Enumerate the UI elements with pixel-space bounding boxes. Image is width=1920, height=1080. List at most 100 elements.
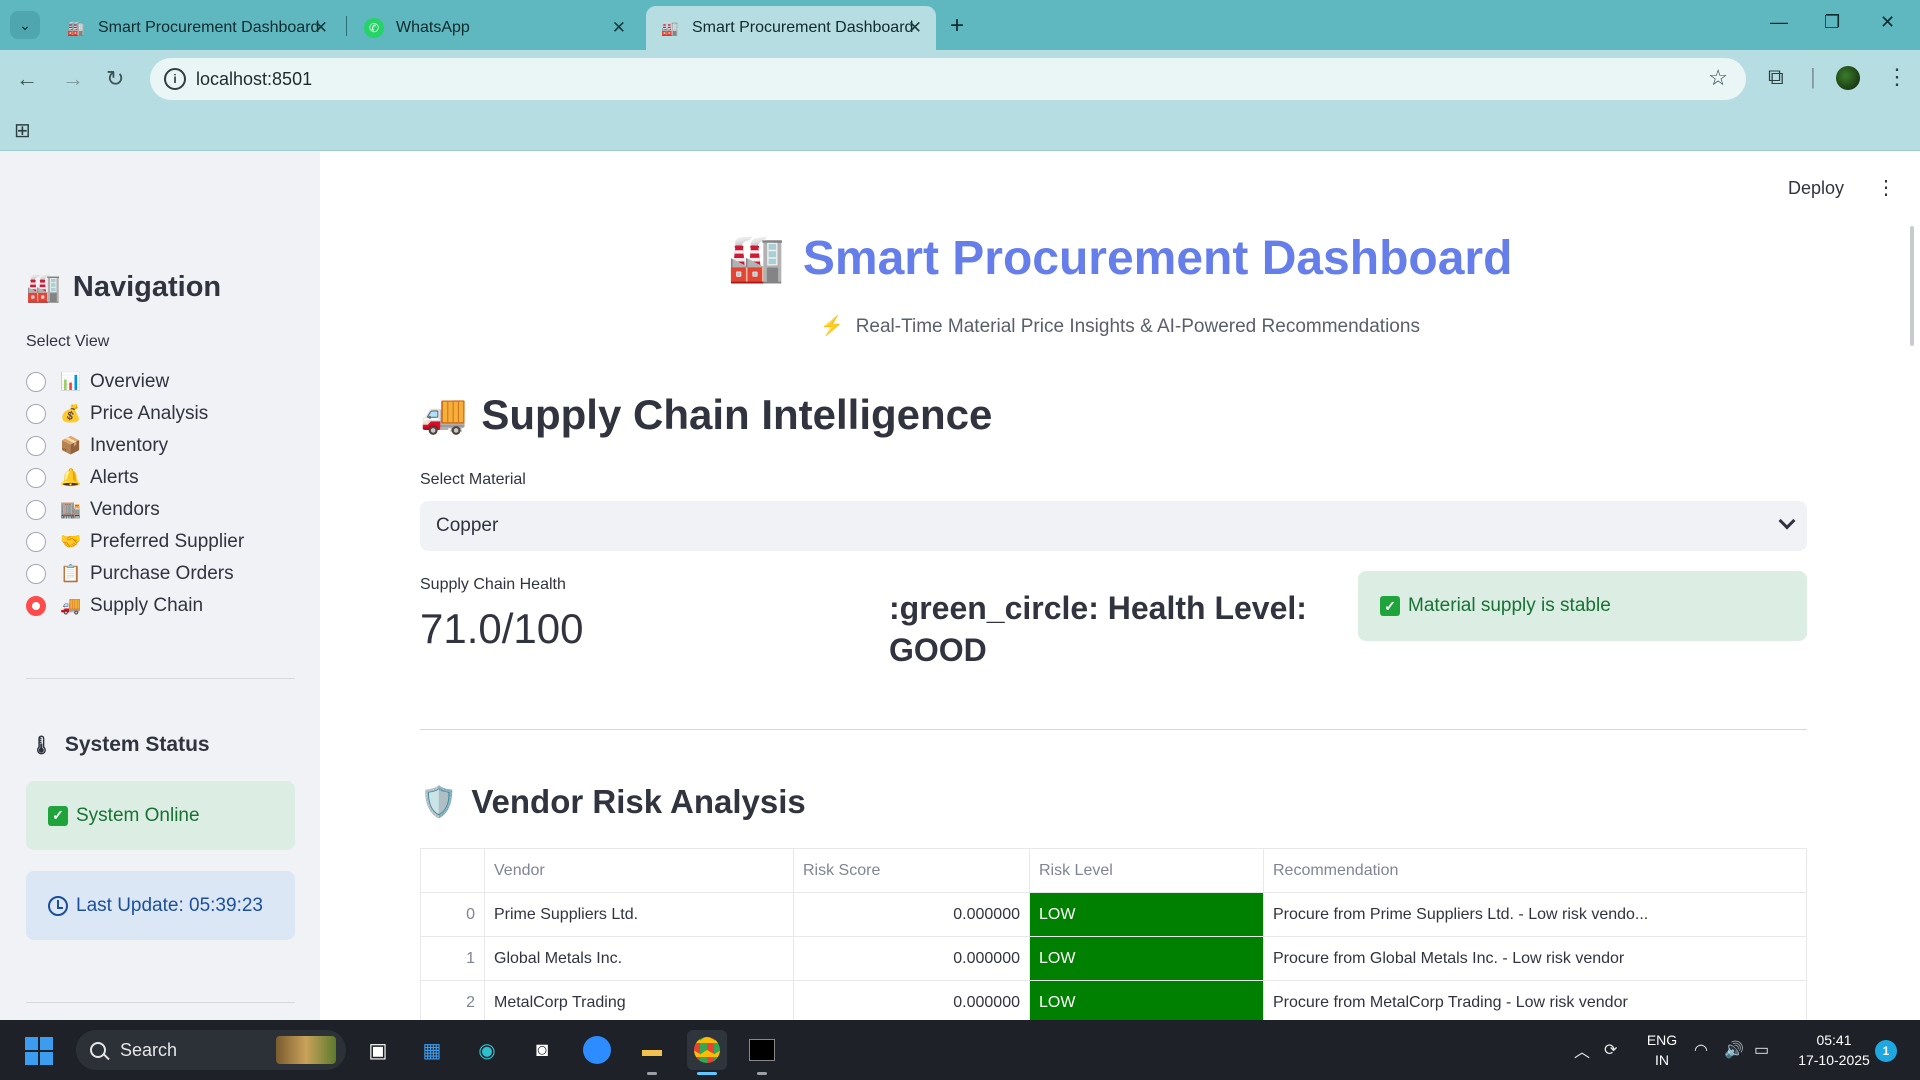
zoom-icon[interactable]	[577, 1030, 617, 1070]
radio-overview[interactable]: 📊 Overview	[26, 366, 244, 398]
address-bar[interactable]: i localhost:8501 ☆	[150, 58, 1746, 100]
column-header-recommendation[interactable]: Recommendation	[1263, 848, 1807, 893]
recommendation-cell[interactable]: Procure from Global Metals Inc. - Low ri…	[1263, 936, 1807, 981]
radio-preferred-supplier[interactable]: 🤝 Preferred Supplier	[26, 526, 244, 558]
language-indicator[interactable]: ENG IN	[1640, 1030, 1684, 1070]
radio-price-analysis[interactable]: 💰 Price Analysis	[26, 398, 244, 430]
sync-icon[interactable]: ⟳	[1604, 1020, 1617, 1080]
radio-supply-chain[interactable]: 🚚 Supply Chain	[26, 590, 244, 622]
vendor-cell[interactable]: MetalCorp Trading	[484, 980, 794, 1020]
risk-level-cell[interactable]: LOW	[1029, 936, 1264, 981]
tab-title: WhatsApp	[396, 19, 470, 36]
new-tab-icon[interactable]: +	[950, 12, 964, 40]
toolbar-divider: |	[1810, 64, 1816, 89]
browser-tabbar: ⌄ 🏭 Smart Procurement Dashboard ✕ ✆ What…	[0, 0, 1920, 50]
wifi-icon[interactable]: ◠	[1694, 1020, 1708, 1080]
tab-title: Smart Procurement Dashboard	[98, 19, 320, 36]
row-index: 2	[420, 980, 485, 1020]
risk-score-cell[interactable]: 0.000000	[793, 980, 1030, 1020]
widgets-icon[interactable]: ▦	[412, 1030, 452, 1070]
bookmark-star-icon[interactable]: ☆	[1708, 65, 1728, 91]
radio-button[interactable]	[26, 372, 46, 392]
thermometer-icon: 🌡	[30, 734, 53, 755]
radio-purchase-orders[interactable]: 📋 Purchase Orders	[26, 558, 244, 590]
tab-separator	[346, 16, 347, 36]
minimize-icon[interactable]: —	[1770, 12, 1788, 33]
table-row[interactable]: 1 Global Metals Inc. 0.000000 LOW Procur…	[420, 936, 1807, 981]
close-icon[interactable]: ✕	[908, 18, 922, 38]
tab-search-dropdown-icon[interactable]: ⌄	[10, 11, 40, 39]
radio-inventory[interactable]: 📦 Inventory	[26, 430, 244, 462]
profile-avatar[interactable]	[1836, 66, 1860, 90]
taskbar-search[interactable]: Search	[76, 1030, 346, 1070]
extensions-icon[interactable]: ⧉	[1768, 64, 1784, 90]
radio-label: Purchase Orders	[90, 563, 234, 584]
risk-level-cell[interactable]: LOW	[1029, 892, 1264, 937]
column-header-index[interactable]	[420, 848, 485, 893]
risk-score-cell[interactable]: 0.000000	[793, 936, 1030, 981]
radio-label: Overview	[90, 371, 170, 392]
site-info-icon[interactable]: i	[164, 68, 186, 90]
close-icon[interactable]: ✕	[612, 18, 626, 38]
camera-icon[interactable]: ◙	[522, 1030, 562, 1070]
volume-icon[interactable]: 🔊	[1724, 1020, 1744, 1080]
reload-icon[interactable]: ↻	[106, 66, 124, 92]
risk-level-cell[interactable]: LOW	[1029, 980, 1264, 1020]
recommendation-cell[interactable]: Procure from MetalCorp Trading - Low ris…	[1263, 980, 1807, 1020]
vendor-cell[interactable]: Global Metals Inc.	[484, 936, 794, 981]
radio-button-selected[interactable]	[26, 596, 46, 616]
app-menu-icon[interactable]: ⋮	[1876, 175, 1896, 200]
handshake-icon: 🤝	[60, 532, 82, 551]
browser-tab-3-active[interactable]: 🏭 Smart Procurement Dashboard ✕	[646, 6, 936, 50]
radio-alerts[interactable]: 🔔 Alerts	[26, 462, 244, 494]
supply-chain-heading: 🚚 Supply Chain Intelligence	[420, 391, 992, 439]
window-close-icon[interactable]: ✕	[1880, 12, 1895, 33]
terminal-icon[interactable]	[742, 1030, 782, 1070]
factory-icon: 🏭	[67, 19, 85, 36]
show-hidden-icons[interactable]: ︿	[1574, 1020, 1590, 1080]
task-view-icon[interactable]: ▣	[358, 1030, 398, 1070]
forward-icon[interactable]: →	[62, 66, 84, 92]
radio-button[interactable]	[26, 564, 46, 584]
column-header-vendor[interactable]: Vendor	[484, 848, 794, 893]
deploy-button[interactable]: Deploy	[1788, 178, 1844, 199]
sidebar-divider	[26, 1002, 295, 1003]
last-update-info: Last Update: 05:39:23	[26, 871, 295, 940]
radio-button[interactable]	[26, 436, 46, 456]
browser-menu-icon[interactable]: ⋮	[1886, 64, 1908, 90]
clock-time: 05:41	[1816, 1032, 1852, 1048]
column-header-risk-score[interactable]: Risk Score	[793, 848, 1030, 893]
notification-badge[interactable]: 1	[1875, 1040, 1897, 1062]
material-select[interactable]: Copper	[420, 501, 1807, 551]
column-header-risk-level[interactable]: Risk Level	[1029, 848, 1264, 893]
browser-tab-2[interactable]: ✆ WhatsApp ✕	[350, 6, 640, 50]
risk-score-cell[interactable]: 0.000000	[793, 892, 1030, 937]
recommendation-cell[interactable]: Procure from Prime Suppliers Ltd. - Low …	[1263, 892, 1807, 937]
vendor-risk-heading-text: Vendor Risk Analysis	[471, 783, 806, 820]
vendor-cell[interactable]: Prime Suppliers Ltd.	[484, 892, 794, 937]
radio-button[interactable]	[26, 404, 46, 424]
radio-button[interactable]	[26, 500, 46, 520]
radio-vendors[interactable]: 🏬 Vendors	[26, 494, 244, 526]
edge-icon[interactable]: ◉	[467, 1030, 507, 1070]
windows-start-icon[interactable]	[25, 1037, 53, 1065]
vendor-risk-table[interactable]: Vendor Risk Score Risk Level Recommendat…	[420, 848, 1807, 1020]
table-row[interactable]: 2 MetalCorp Trading 0.000000 LOW Procure…	[420, 980, 1807, 1020]
running-indicator	[757, 1072, 767, 1075]
system-clock[interactable]: 05:41 17-10-2025	[1794, 1030, 1874, 1070]
restore-icon[interactable]: ❐	[1824, 12, 1840, 33]
close-icon[interactable]: ✕	[314, 18, 328, 38]
battery-icon[interactable]: ▭	[1754, 1020, 1769, 1080]
apps-grid-icon[interactable]: ⊞	[14, 118, 31, 143]
browser-tab-1[interactable]: 🏭 Smart Procurement Dashboard ✕	[52, 6, 342, 50]
system-status-text: System Status	[64, 733, 210, 756]
radio-button[interactable]	[26, 468, 46, 488]
radio-label: Supply Chain	[90, 595, 204, 616]
file-explorer-icon[interactable]: ▬	[632, 1030, 672, 1070]
table-row[interactable]: 0 Prime Suppliers Ltd. 0.000000 LOW Proc…	[420, 892, 1807, 937]
back-icon[interactable]: ←	[16, 66, 38, 92]
radio-button[interactable]	[26, 532, 46, 552]
chrome-icon[interactable]	[687, 1030, 727, 1070]
chevron-down-icon	[1778, 512, 1796, 530]
page-title-text: Smart Procurement Dashboard	[802, 232, 1513, 285]
